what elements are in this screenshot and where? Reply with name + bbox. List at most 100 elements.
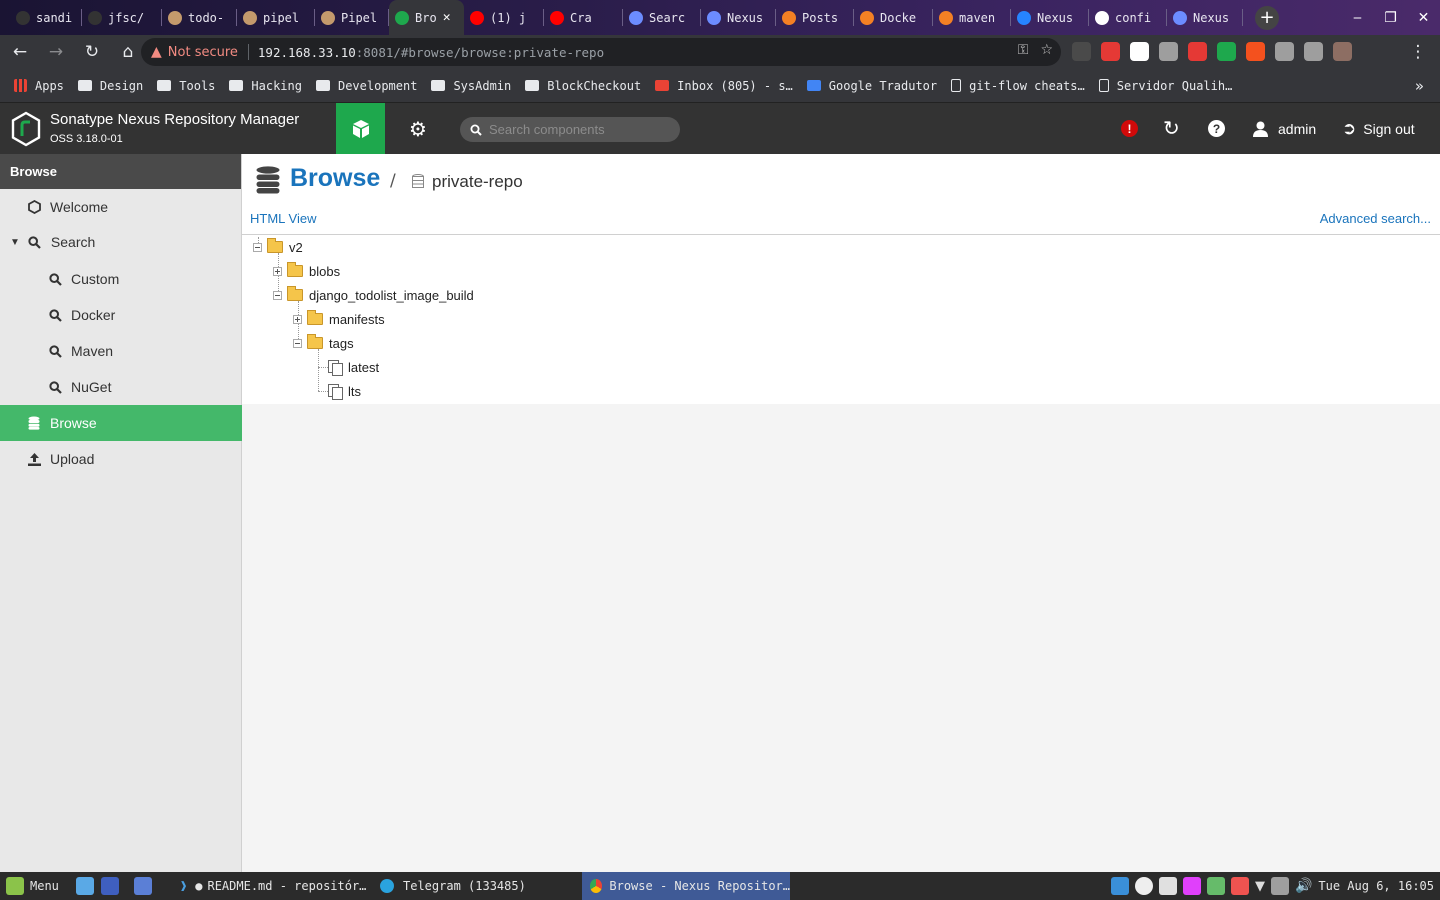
browser-tab[interactable]: Nexus — [1167, 0, 1243, 35]
taskbar-window-chrome[interactable]: Browse - Nexus Repositor… — [582, 872, 790, 900]
monitor-icon[interactable] — [1206, 877, 1225, 895]
browser-tab[interactable]: confi — [1089, 0, 1167, 35]
browser-tab[interactable]: Searc — [623, 0, 701, 35]
bookmark-item[interactable]: Tools — [157, 79, 215, 93]
reload-icon[interactable]: ↻ — [76, 36, 108, 68]
launcher-icon[interactable] — [76, 877, 94, 895]
forward-icon[interactable]: → — [40, 36, 72, 68]
clock[interactable]: Tue Aug 6, 16:05 — [1318, 879, 1434, 893]
sidebar-item-search[interactable]: ▼ Search — [0, 224, 242, 260]
sidebar-item-welcome[interactable]: Welcome — [0, 189, 242, 225]
bookmark-item[interactable]: BlockCheckout — [525, 79, 641, 93]
close-tab-icon[interactable]: ✕ — [443, 10, 451, 25]
bookmarks-overflow-icon[interactable]: » — [1415, 77, 1424, 95]
collapse-icon[interactable] — [253, 242, 262, 252]
bookmark-item[interactable]: Development — [315, 79, 417, 93]
browse-mode-button[interactable] — [336, 103, 385, 154]
browser-tab[interactable]: jfsc/ — [82, 0, 162, 35]
advanced-search-link[interactable]: Advanced search... — [1320, 211, 1431, 226]
extension-icon[interactable] — [1072, 42, 1091, 61]
network-app-icon[interactable] — [1110, 877, 1129, 895]
browser-tab[interactable]: Bro ✕ — [389, 0, 464, 35]
browser-tab[interactable]: Pipel — [315, 0, 389, 35]
sidebar-item-custom[interactable]: Custom — [0, 261, 242, 297]
bookmark-item[interactable]: Servidor Qualih… — [1098, 79, 1232, 93]
browser-tab[interactable]: sandi — [10, 0, 82, 35]
bookmark-item[interactable]: git-flow cheats… — [951, 79, 1085, 93]
caret-down-icon[interactable]: ▼ — [10, 237, 20, 248]
bookmark-item[interactable]: SysAdmin — [431, 79, 511, 93]
tree-node-latest[interactable]: latest — [328, 355, 379, 379]
url-text[interactable]: 192.168.33.10:8081/#browse/browse:privat… — [258, 45, 604, 60]
taskbar-window-vscode[interactable]: ❱ ● README.md - repositór… — [172, 872, 372, 900]
key-icon[interactable]: ⚿ — [1018, 42, 1029, 58]
display-icon[interactable] — [1270, 877, 1289, 895]
refresh-icon[interactable]: ↻ — [1163, 103, 1180, 154]
collapse-icon[interactable] — [273, 290, 282, 300]
extension-icon[interactable] — [1101, 42, 1120, 61]
tree-node-manifests[interactable]: manifests — [293, 307, 385, 331]
chrome-menu-icon[interactable]: ⋮ — [1402, 36, 1434, 68]
tree-node-v2[interactable]: v2 — [253, 235, 303, 259]
extension-icon[interactable] — [1333, 42, 1352, 61]
html-view-link[interactable]: HTML View — [250, 211, 316, 226]
back-icon[interactable]: ← — [4, 36, 36, 68]
expand-icon[interactable] — [293, 314, 302, 324]
flame-icon[interactable] — [1182, 877, 1201, 895]
browser-tab[interactable]: Nexus — [701, 0, 776, 35]
dropbox-icon[interactable] — [1158, 877, 1177, 895]
file-manager-icon[interactable] — [134, 877, 152, 895]
browser-tab[interactable]: (1) j — [464, 0, 544, 35]
system-alert-button[interactable]: ! — [1121, 103, 1138, 154]
browser-tab[interactable]: Posts — [776, 0, 854, 35]
extension-icon[interactable] — [1159, 42, 1178, 61]
browser-tab[interactable]: Docke — [854, 0, 933, 35]
bookmark-star-icon[interactable]: ☆ — [1040, 42, 1053, 58]
start-menu-button[interactable]: Menu — [6, 877, 59, 895]
volume-icon[interactable]: 🔊 — [1295, 878, 1312, 894]
extension-icon[interactable] — [1304, 42, 1323, 61]
gear-icon[interactable]: ⚙ — [396, 103, 440, 154]
extension-icon[interactable] — [1275, 42, 1294, 61]
tree-node-image[interactable]: django_todolist_image_build — [273, 283, 474, 307]
bookmark-item[interactable]: Inbox (805) - s… — [655, 79, 793, 93]
tree-node-blobs[interactable]: blobs — [273, 259, 340, 283]
taskbar-window-telegram[interactable]: Telegram (133485) — [372, 872, 572, 900]
sidebar-item-nuget[interactable]: NuGet — [0, 369, 242, 405]
show-desktop-icon[interactable] — [101, 877, 119, 895]
minimize-icon[interactable]: ‒ — [1341, 10, 1374, 26]
maximize-icon[interactable]: ❐ — [1374, 10, 1407, 26]
clock-app-icon[interactable] — [1134, 877, 1153, 895]
sidebar-item-browse[interactable]: Browse — [0, 405, 242, 441]
user-menu[interactable]: admin — [1253, 103, 1316, 154]
extension-icon[interactable] — [1246, 42, 1265, 61]
extension-icon[interactable] — [1217, 42, 1236, 61]
browser-tab[interactable]: Nexus — [1011, 0, 1089, 35]
tree-node-tags[interactable]: tags — [293, 331, 354, 355]
bookmark-item[interactable]: Design — [77, 79, 143, 93]
bookmark-item[interactable]: Hacking — [229, 79, 302, 93]
bookmark-item[interactable]: Apps — [14, 79, 64, 93]
address-bar[interactable]: ▲ Not secure 192.168.33.10:8081/#browse/… — [141, 38, 1061, 66]
sidebar-item-upload[interactable]: Upload — [0, 441, 242, 477]
sidebar-item-maven[interactable]: Maven — [0, 333, 242, 369]
sign-out-button[interactable]: ➲ Sign out — [1342, 103, 1415, 154]
sidebar-item-docker[interactable]: Docker — [0, 297, 242, 333]
shield-icon[interactable] — [1230, 877, 1249, 895]
new-tab-button[interactable]: + — [1255, 5, 1279, 30]
help-button[interactable]: ? — [1208, 103, 1225, 154]
extension-icon[interactable] — [1188, 42, 1207, 61]
expand-icon[interactable] — [273, 266, 282, 276]
page-title[interactable]: Browse — [290, 164, 380, 193]
tree-node-lts[interactable]: lts — [328, 379, 361, 403]
collapse-icon[interactable] — [293, 338, 302, 348]
close-window-icon[interactable]: ✕ — [1407, 10, 1440, 26]
wifi-icon[interactable]: ▼ — [1255, 879, 1265, 894]
component-search[interactable] — [460, 117, 680, 142]
browser-tab[interactable]: pipel — [237, 0, 315, 35]
browser-tab[interactable]: Cra — [544, 0, 623, 35]
home-icon[interactable]: ⌂ — [112, 36, 144, 68]
bookmark-item[interactable]: Google Tradutor — [806, 79, 937, 93]
browser-tab[interactable]: todo- — [162, 0, 237, 35]
extension-icon[interactable] — [1130, 42, 1149, 61]
